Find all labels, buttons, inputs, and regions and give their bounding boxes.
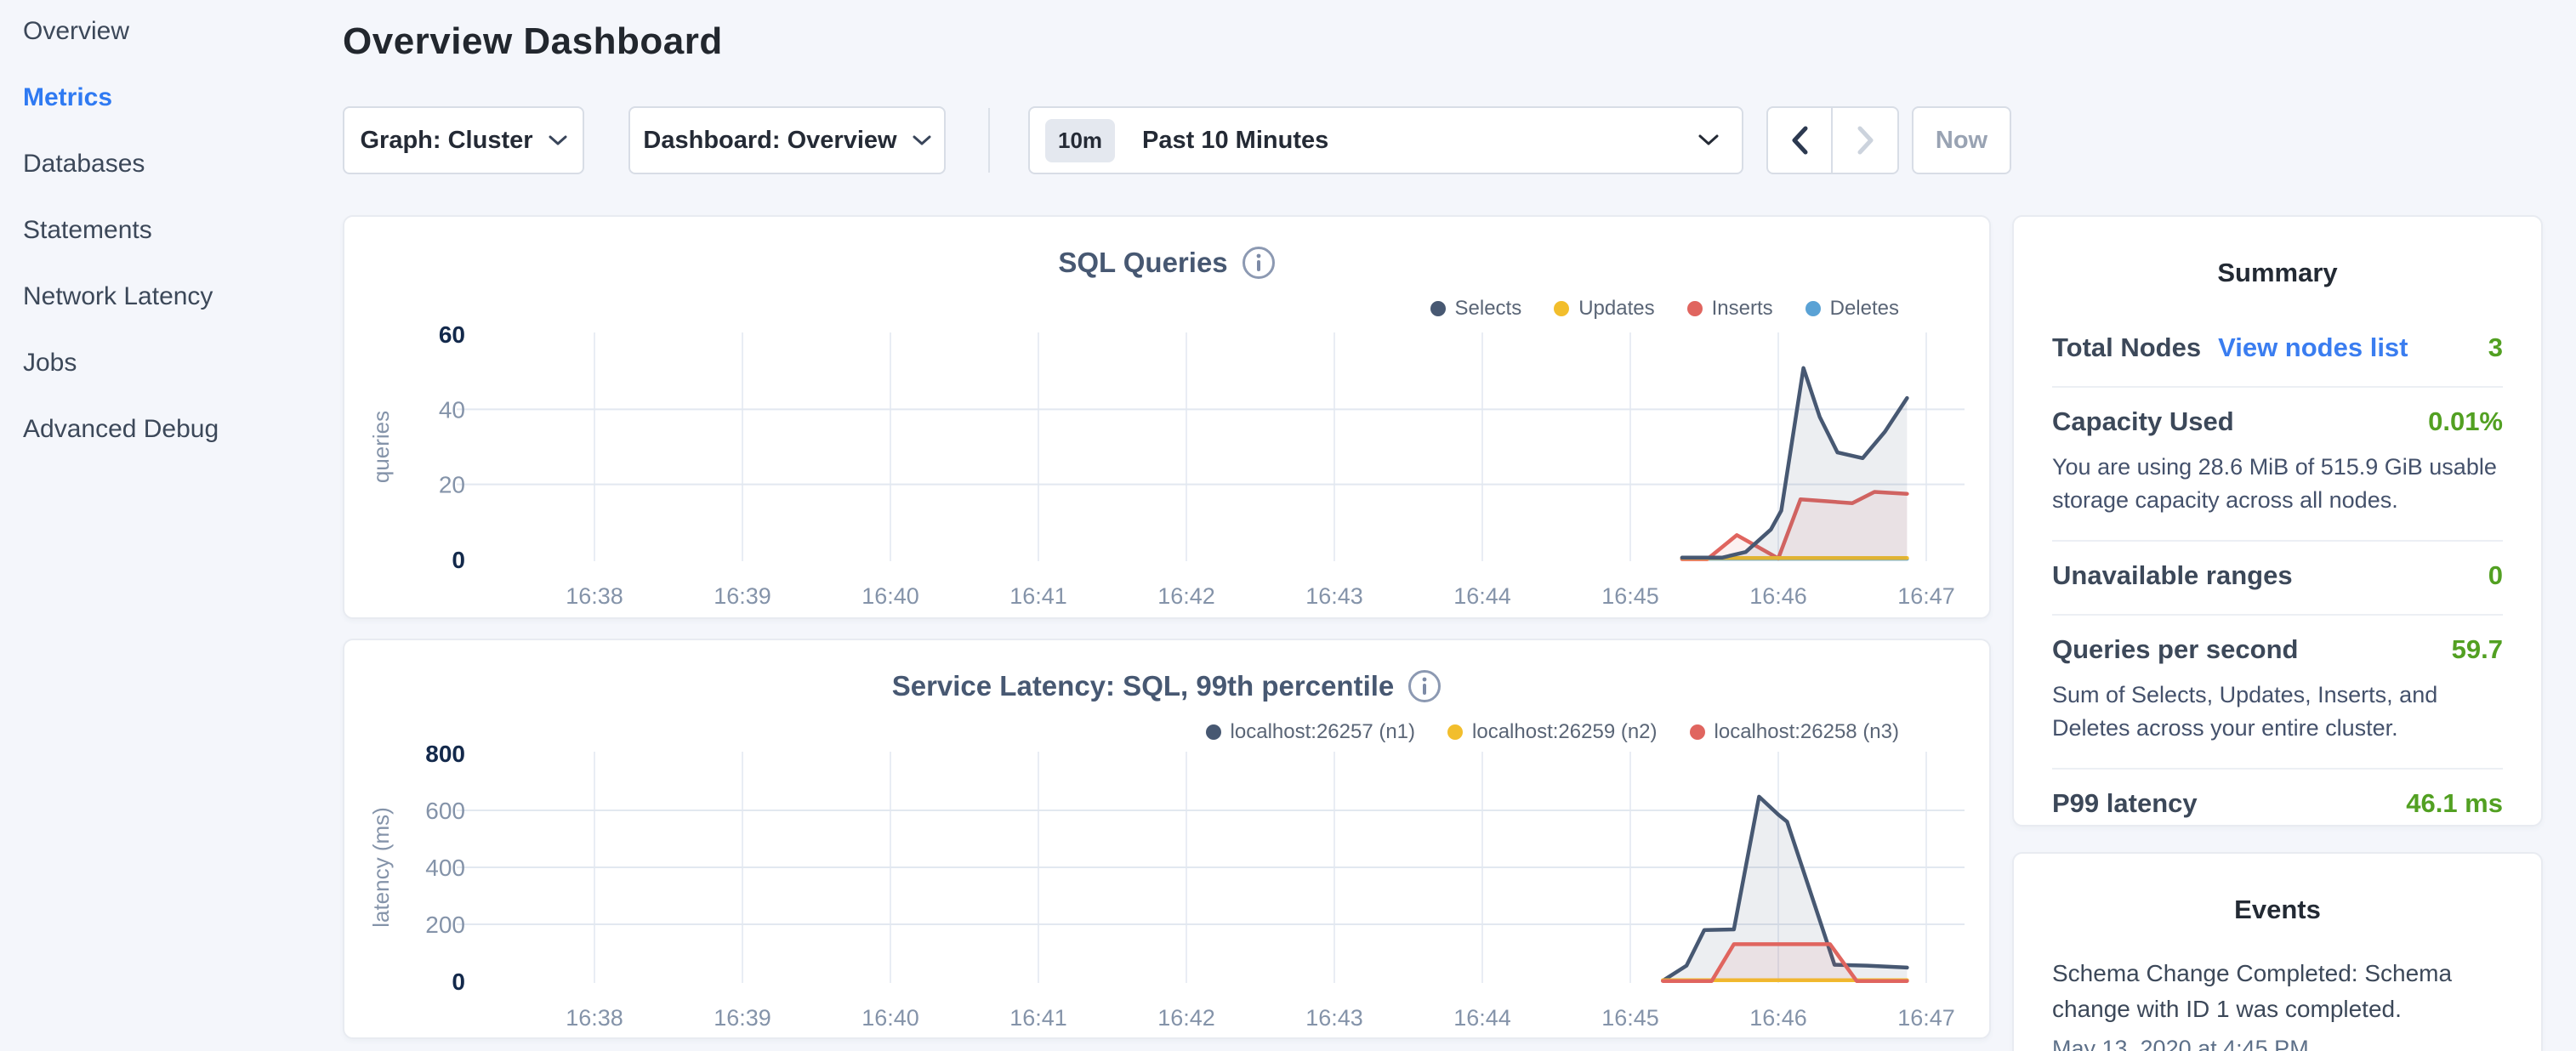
capacity-used-description: You are using 28.6 MiB of 515.9 GiB usab… xyxy=(2052,451,2503,517)
graph-scope-label: Graph: Cluster xyxy=(360,127,532,155)
x-tick-label: 16:41 xyxy=(1009,1005,1067,1031)
x-tick-label: 16:38 xyxy=(566,1005,623,1031)
time-range-label: Past 10 Minutes xyxy=(1142,127,1328,155)
event-list-item[interactable]: Schema Change Completed: Schema change w… xyxy=(2052,956,2503,1051)
y-tick-label: 800 xyxy=(425,741,465,767)
dashboard-select[interactable]: Dashboard: Overview xyxy=(628,106,946,174)
x-tick-label: 16:41 xyxy=(1009,583,1067,609)
y-axis-label: queries xyxy=(368,411,394,483)
x-tick-label: 16:46 xyxy=(1749,583,1807,609)
x-tick-label: 16:44 xyxy=(1453,1005,1511,1031)
total-nodes-value: 3 xyxy=(2488,332,2503,363)
time-step-buttons xyxy=(1766,106,1899,174)
y-tick-label: 600 xyxy=(425,798,465,824)
events-title: Events xyxy=(2052,895,2503,925)
x-tick-label: 16:43 xyxy=(1305,1005,1363,1031)
time-range-select[interactable]: 10m Past 10 Minutes xyxy=(1028,106,1743,174)
sidebar-item-databases[interactable]: Databases xyxy=(23,129,343,199)
time-range-badge: 10m xyxy=(1045,119,1115,162)
now-button-label: Now xyxy=(1936,127,1987,155)
x-tick-label: 16:46 xyxy=(1749,1005,1807,1031)
unavailable-ranges-label: Unavailable ranges xyxy=(2052,560,2293,591)
p99-latency-value: 46.1 ms xyxy=(2406,788,2503,819)
chevron-down-icon xyxy=(1697,134,1720,147)
summary-panel: Summary Total Nodes View nodes list 3 Ca… xyxy=(2012,215,2543,827)
x-tick-label: 16:47 xyxy=(1897,1005,1955,1031)
qps-label: Queries per second xyxy=(2052,634,2298,665)
event-text: Schema Change Completed: Schema change w… xyxy=(2052,956,2503,1027)
qps-description: Sum of Selects, Updates, Inserts, and De… xyxy=(2052,679,2503,745)
sidebar: Overview Metrics Databases Statements Ne… xyxy=(0,0,343,464)
time-step-back-button[interactable] xyxy=(1768,108,1833,173)
sidebar-item-jobs[interactable]: Jobs xyxy=(23,328,343,398)
dashboard-select-label: Dashboard: Overview xyxy=(643,127,896,155)
sidebar-item-statements[interactable]: Statements xyxy=(23,196,343,265)
chevron-right-icon xyxy=(1856,125,1874,156)
summary-row-qps: Queries per second 59.7 Sum of Selects, … xyxy=(2052,616,2503,770)
service-latency-chart-card: Service Latency: SQL, 99th percentile lo… xyxy=(343,639,1991,1039)
y-tick-label: 200 xyxy=(425,912,465,938)
right-column: Summary Total Nodes View nodes list 3 Ca… xyxy=(2012,215,2543,1051)
y-tick-label: 400 xyxy=(425,855,465,881)
y-tick-label: 0 xyxy=(452,969,465,995)
time-step-forward-button[interactable] xyxy=(1833,108,1897,173)
y-axis-label: latency (ms) xyxy=(368,807,394,928)
x-tick-label: 16:38 xyxy=(566,583,623,609)
x-tick-label: 16:45 xyxy=(1601,583,1659,609)
chevron-down-icon xyxy=(549,134,567,146)
summary-row-total-nodes: Total Nodes View nodes list 3 xyxy=(2052,314,2503,388)
sidebar-item-advanced-debug[interactable]: Advanced Debug xyxy=(23,395,343,464)
x-tick-label: 16:40 xyxy=(862,1005,919,1031)
summary-row-p99: P99 latency 46.1 ms xyxy=(2052,770,2503,827)
summary-row-capacity: Capacity Used 0.01% You are using 28.6 M… xyxy=(2052,388,2503,542)
summary-title: Summary xyxy=(2052,258,2503,288)
event-timestamp: May 13, 2020 at 4:45 PM xyxy=(2052,1036,2503,1051)
x-tick-label: 16:47 xyxy=(1897,583,1955,609)
x-tick-label: 16:43 xyxy=(1305,583,1363,609)
x-tick-label: 16:42 xyxy=(1157,1005,1215,1031)
total-nodes-label: Total Nodes xyxy=(2052,332,2201,363)
x-tick-label: 16:45 xyxy=(1601,1005,1659,1031)
capacity-used-label: Capacity Used xyxy=(2052,406,2234,437)
x-tick-label: 16:42 xyxy=(1157,583,1215,609)
x-tick-label: 16:40 xyxy=(862,583,919,609)
sidebar-item-metrics[interactable]: Metrics xyxy=(23,63,343,133)
x-tick-label: 16:39 xyxy=(714,583,771,609)
chevron-left-icon xyxy=(1790,125,1809,156)
chart-svg: 0 200 400 600 800 16:38 16:39 16:40 16:41 16:42 16… xyxy=(344,640,1989,1041)
sidebar-item-overview[interactable]: Overview xyxy=(23,0,343,66)
graph-scope-select[interactable]: Graph: Cluster xyxy=(343,106,584,174)
qps-value: 59.7 xyxy=(2452,634,2503,665)
unavailable-ranges-value: 0 xyxy=(2488,560,2503,591)
chart-plot[interactable]: 0 200 400 600 800 16:38 16:39 16:40 16:41 16:42 16… xyxy=(344,640,1989,1037)
sidebar-item-network-latency[interactable]: Network Latency xyxy=(23,262,343,332)
summary-row-unavailable-ranges: Unavailable ranges 0 xyxy=(2052,542,2503,616)
chart-plot[interactable]: 0 20 40 60 16:38 16:39 16:40 16:41 16:42 16:43 16:… xyxy=(344,217,1989,617)
x-tick-label: 16:39 xyxy=(714,1005,771,1031)
p99-latency-label: P99 latency xyxy=(2052,788,2198,819)
y-tick-label: 60 xyxy=(439,321,465,348)
chart-svg: 0 20 40 60 16:38 16:39 16:40 16:41 16:42 16:43 16:… xyxy=(344,217,1989,621)
page-title: Overview Dashboard xyxy=(343,20,723,63)
y-tick-label: 0 xyxy=(452,547,465,573)
x-tick-label: 16:44 xyxy=(1453,583,1511,609)
y-tick-label: 20 xyxy=(439,472,465,498)
chevron-down-icon xyxy=(913,134,931,146)
events-panel: Events Schema Change Completed: Schema c… xyxy=(2012,852,2543,1051)
controls-divider xyxy=(988,108,990,173)
now-button[interactable]: Now xyxy=(1912,106,2011,174)
view-nodes-list-link[interactable]: View nodes list xyxy=(2218,332,2408,363)
sql-queries-chart-card: SQL Queries SelectsUpdatesInsertsDeletes… xyxy=(343,215,1991,619)
y-tick-label: 40 xyxy=(439,396,465,423)
capacity-used-value: 0.01% xyxy=(2428,406,2503,437)
